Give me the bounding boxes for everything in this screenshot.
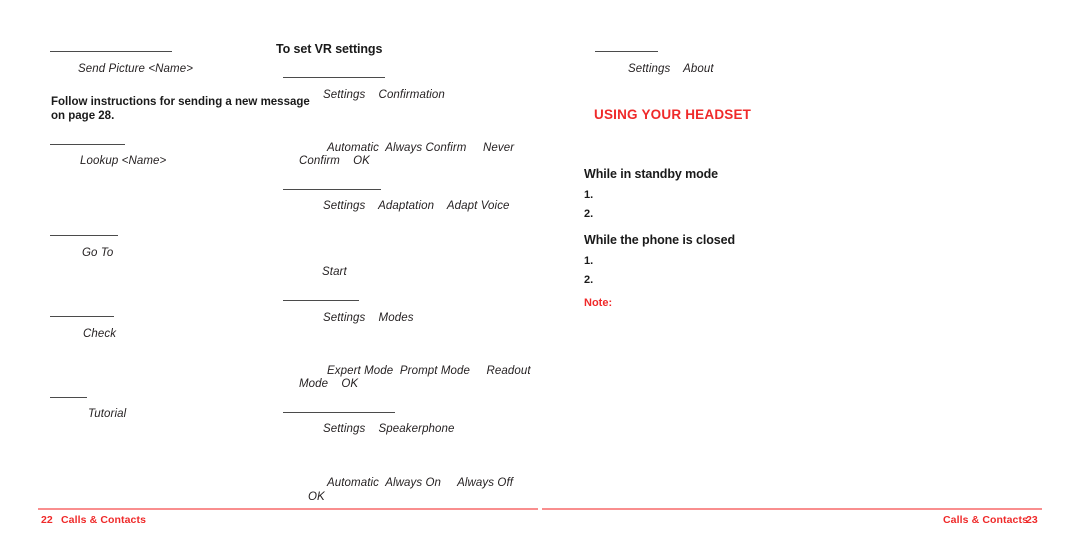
entry-rule-lookup	[50, 144, 125, 145]
list-item-standby-2: 2.	[584, 208, 594, 220]
vr-rule-adaptation	[283, 189, 381, 190]
note-label: Note:	[584, 297, 613, 309]
middle-column-heading: To set VR settings	[276, 42, 383, 56]
entry-label-lookup: Lookup <Name>	[80, 155, 167, 167]
entry-label-tutorial: Tutorial	[88, 408, 127, 420]
entry-label-send-picture: Send Picture <Name>	[78, 63, 194, 75]
section-title-using-your-headset: USING YOUR HEADSET	[594, 107, 752, 122]
vr-options-confirmation-line2: Confirm OK	[299, 155, 370, 167]
entry-label-check: Check	[83, 328, 117, 340]
footer-page-number-left: 22	[41, 514, 53, 526]
footer-rule-left	[38, 508, 538, 510]
entry-label-go-to: Go To	[82, 247, 114, 259]
entry-rule-send-picture	[50, 51, 172, 52]
entry-rule-go-to	[50, 235, 118, 236]
entry-rule-tutorial	[50, 397, 87, 398]
vr-rule-speakerphone	[283, 412, 395, 413]
subsection-heading-phone-closed: While the phone is closed	[584, 233, 735, 247]
about-path: Settings About	[628, 63, 714, 75]
vr-path-confirmation: Settings Confirmation	[323, 89, 445, 101]
vr-options-modes-line1: Expert Mode Prompt Mode Readout	[327, 365, 531, 377]
vr-action-start: Start	[322, 266, 347, 278]
footer-rule-right	[542, 508, 1042, 510]
entry-rule-check	[50, 316, 114, 317]
about-rule	[595, 51, 658, 52]
vr-options-speakerphone-line2: OK	[308, 491, 325, 503]
subsection-heading-standby: While in standby mode	[584, 167, 719, 181]
list-item-closed-2: 2.	[584, 274, 594, 286]
vr-options-modes-line2: Mode OK	[299, 378, 359, 390]
manual-page-spread: Send Picture <Name> Follow instructions …	[0, 0, 1080, 540]
list-item-closed-1: 1.	[584, 255, 594, 267]
footer-chapter-right: Calls & Contacts	[943, 514, 1029, 526]
vr-rule-confirmation	[283, 77, 385, 78]
footer-chapter-left: Calls & Contacts	[61, 514, 147, 526]
footer-page-number-right: 23	[1026, 514, 1038, 526]
vr-path-adaptation: Settings Adaptation Adapt Voice	[323, 200, 510, 212]
vr-options-speakerphone-line1: Automatic Always On Always Off	[327, 477, 514, 489]
vr-path-modes: Settings Modes	[323, 312, 414, 324]
list-item-standby-1: 1.	[584, 189, 594, 201]
vr-rule-modes	[283, 300, 359, 301]
vr-path-speakerphone: Settings Speakerphone	[323, 423, 455, 435]
instruction-paragraph: Follow instructions for sending a new me…	[51, 96, 310, 122]
vr-options-confirmation-line1: Automatic Always Confirm Never	[327, 142, 515, 154]
